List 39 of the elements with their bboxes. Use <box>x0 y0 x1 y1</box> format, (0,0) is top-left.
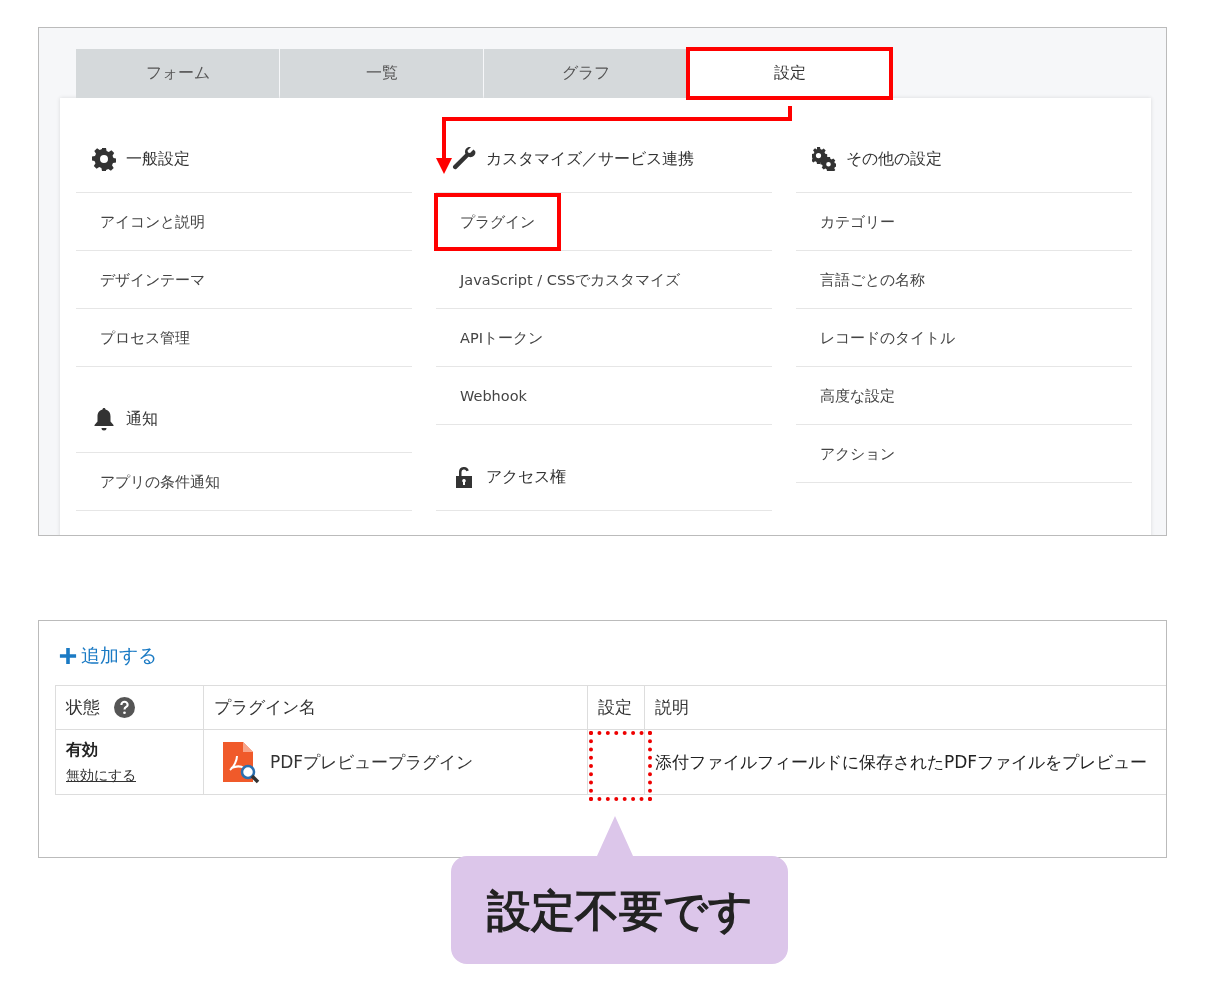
section-heading: カスタマイズ／サービス連携 <box>486 148 694 170</box>
status-text: 有効 <box>66 739 98 761</box>
settings-menu-item[interactable]: Webhook <box>436 370 551 421</box>
gears-icon <box>812 147 836 171</box>
settings-tab[interactable]: フォーム <box>76 49 279 98</box>
settings-tab[interactable]: 一覧 <box>280 49 483 98</box>
bell-icon <box>92 407 116 431</box>
settings-menu-item[interactable]: アクション <box>796 428 919 479</box>
settings-menu-item[interactable]: デザインテーマ <box>76 254 229 305</box>
section-heading: その他の設定 <box>846 148 942 170</box>
settings-menu-item[interactable]: APIトークン <box>436 312 567 363</box>
settings-menu-item[interactable]: アプリの条件通知 <box>76 456 244 507</box>
settings-menu-item[interactable]: カテゴリー <box>796 196 919 247</box>
settings-menu-item[interactable]: アイコンと説明 <box>76 196 229 247</box>
column-header: 設定 <box>598 696 632 719</box>
settings-menu-item[interactable]: プロセス管理 <box>76 312 214 363</box>
plugin-description: 添付ファイルフィールドに保存されたPDFファイルをプレビュー <box>655 750 1148 774</box>
settings-menu-item[interactable]: プラグイン <box>436 194 559 249</box>
add-link[interactable]: 追加する <box>81 643 157 669</box>
wrench-icon <box>452 147 476 171</box>
plugin-name: PDFプレビュープラグイン <box>270 750 474 774</box>
gear-icon <box>92 147 116 171</box>
section-heading: 一般設定 <box>126 148 190 170</box>
pdf-file-icon <box>220 740 260 784</box>
settings-tab[interactable]: 設定 <box>688 49 891 98</box>
section-heading: アクセス権 <box>486 466 566 488</box>
disable-link[interactable]: 無効にする <box>66 766 136 785</box>
column-header: 説明 <box>655 696 689 719</box>
column-header: 状態 <box>66 696 100 719</box>
section-heading: 通知 <box>126 408 158 430</box>
callout-text: 設定不要です <box>486 884 753 938</box>
settings-menu-item[interactable]: JavaScript / CSSでカスタマイズ <box>436 254 705 305</box>
settings-menu-item[interactable]: レコードのタイトル <box>796 312 979 363</box>
settings-menu-item[interactable]: 高度な設定 <box>796 370 919 421</box>
plus-icon <box>59 647 77 665</box>
help-icon[interactable] <box>114 697 135 718</box>
column-header: プラグイン名 <box>214 696 316 719</box>
settings-tab[interactable]: グラフ <box>484 49 687 98</box>
settings-menu-item[interactable]: 言語ごとの名称 <box>796 254 949 305</box>
